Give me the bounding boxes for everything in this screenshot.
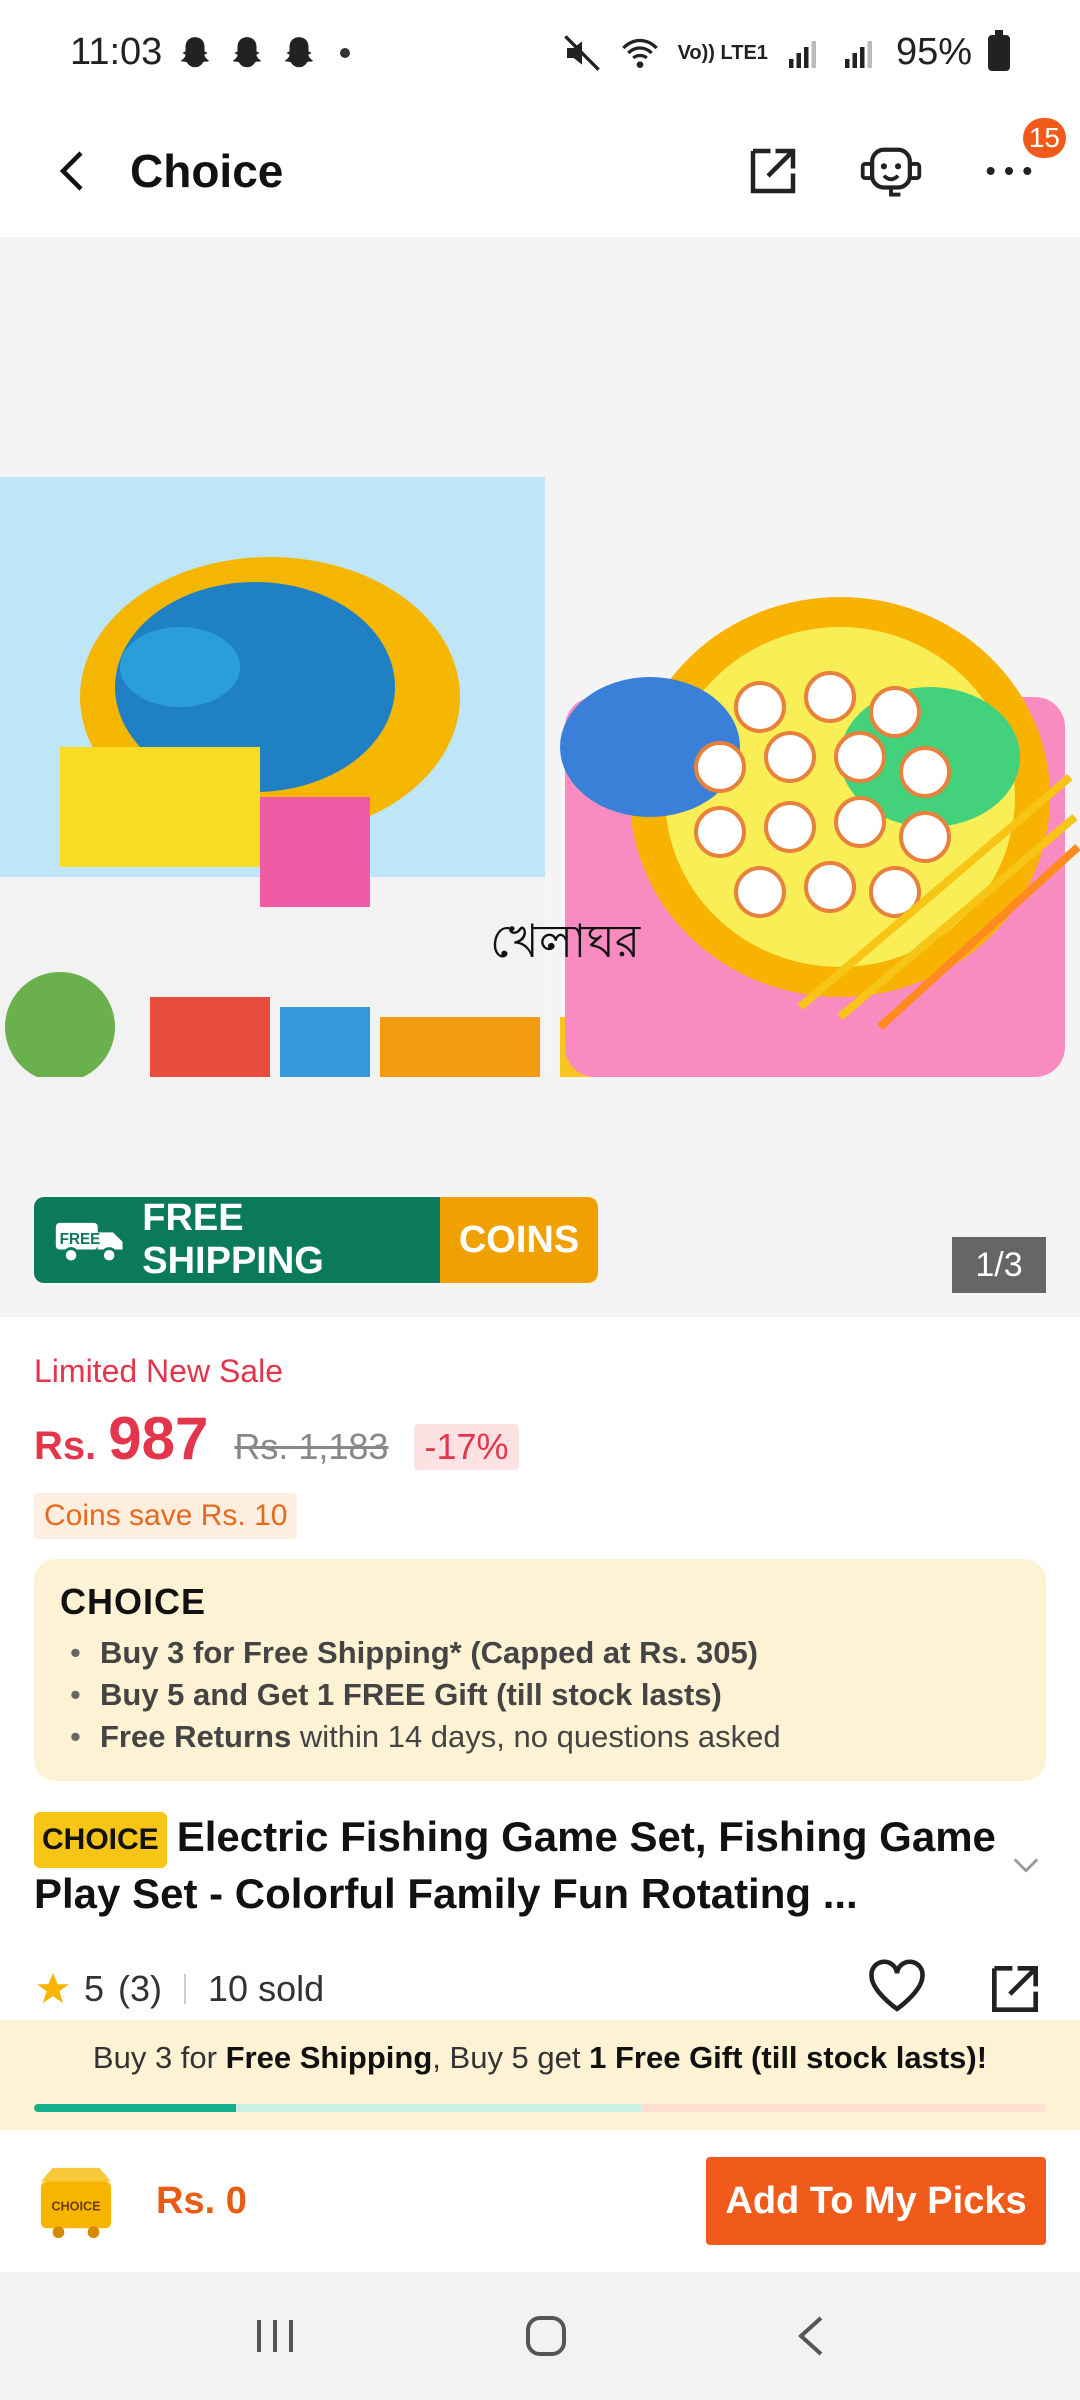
wishlist-heart-icon[interactable] bbox=[866, 1958, 928, 2014]
discount-badge: -17% bbox=[414, 1424, 519, 1470]
benefit-item: Buy 3 for Free Shipping* (Capped at Rs. … bbox=[60, 1635, 1020, 1671]
customer-service-button[interactable] bbox=[856, 136, 926, 206]
mute-icon bbox=[563, 34, 600, 71]
free-shipping-coins-banner[interactable]: FREE FREE SHIPPING COINS bbox=[34, 1197, 598, 1283]
share-icon[interactable] bbox=[984, 1958, 1046, 2020]
review-count[interactable]: (3) bbox=[118, 1968, 162, 2010]
current-price: 987 bbox=[108, 1405, 209, 1472]
wifi-icon bbox=[621, 38, 658, 68]
system-nav-bar bbox=[0, 2272, 1080, 2400]
promo-progress-bar bbox=[34, 2104, 1046, 2112]
product-title-row[interactable]: CHOICE Electric Fishing Game Set, Fishing… bbox=[34, 1811, 1046, 1920]
bengali-brand-text: খেলাঘর bbox=[490, 914, 641, 968]
more-menu-button[interactable]: 15 bbox=[974, 118, 1066, 206]
product-gallery[interactable]: খেলাঘর FREE FREE SHIPPING COINS 1/3 bbox=[0, 237, 1080, 1317]
product-image[interactable]: খেলাঘর bbox=[0, 237, 1080, 1077]
snapchat-icon bbox=[181, 36, 210, 67]
free-shipping-label: FREE SHIPPING bbox=[142, 1197, 324, 1282]
home-icon[interactable] bbox=[522, 2312, 570, 2360]
notification-badge: 15 bbox=[1022, 118, 1066, 158]
original-price: Rs. 1,183 bbox=[234, 1426, 389, 1467]
share-button[interactable] bbox=[738, 136, 808, 206]
promo-progress-strip[interactable]: Buy 3 for Free Shipping, Buy 5 get 1 Fre… bbox=[0, 2020, 1080, 2130]
image-page-indicator: 1/3 bbox=[952, 1237, 1046, 1293]
network-label: Vo)) LTE1 bbox=[677, 41, 768, 64]
battery-icon bbox=[988, 29, 1010, 71]
sold-count: 10 sold bbox=[208, 1967, 325, 2009]
bottom-action-bar: CHOICE Rs. 0 Add To My Picks bbox=[0, 2130, 1080, 2272]
picks-total: Rs. 0 bbox=[156, 2179, 247, 2222]
price-row: Rs. 987 Rs. 1,183 -17% bbox=[34, 1404, 1046, 1473]
chevron-down-icon bbox=[1013, 1858, 1039, 1874]
snapchat-icon bbox=[285, 36, 314, 67]
coins-badge: COINS bbox=[440, 1197, 598, 1283]
notification-dot-icon bbox=[340, 47, 351, 58]
benefit-item: Free Returns within 14 days, no question… bbox=[60, 1719, 1020, 1755]
status-time: 11:03 bbox=[70, 31, 163, 73]
benefit-item: Buy 5 and Get 1 FREE Gift (till stock la… bbox=[60, 1677, 1020, 1713]
choice-tag: CHOICE bbox=[34, 1811, 167, 1868]
recent-apps-icon[interactable] bbox=[251, 2314, 299, 2358]
back-nav-icon[interactable] bbox=[793, 2312, 829, 2360]
choice-cart-icon[interactable]: CHOICE bbox=[34, 2162, 118, 2240]
page-title: Choice bbox=[130, 145, 284, 197]
back-button[interactable] bbox=[36, 135, 108, 207]
coins-save-badge[interactable]: Coins save Rs. 10 bbox=[34, 1493, 298, 1539]
signal-icon bbox=[788, 40, 816, 68]
choice-logo: CHOICE bbox=[60, 1581, 207, 1622]
share-icon bbox=[750, 148, 796, 194]
svg-text:CHOICE: CHOICE bbox=[51, 2200, 100, 2214]
battery-percent: 95% bbox=[895, 31, 972, 73]
more-dots-icon bbox=[986, 167, 1032, 175]
delivery-truck-icon: FREE bbox=[55, 1222, 123, 1264]
price-currency: Rs. bbox=[34, 1424, 97, 1468]
snapchat-icon bbox=[233, 36, 262, 67]
status-bar: 11:03 Vo)) LTE1 95% bbox=[0, 0, 1080, 105]
divider bbox=[184, 1973, 187, 2004]
sale-label: Limited New Sale bbox=[34, 1353, 283, 1389]
rating-value: 5 bbox=[84, 1967, 105, 2009]
free-shipping-badge: FREE FREE SHIPPING bbox=[34, 1197, 440, 1283]
app-bar: Choice 15 bbox=[0, 105, 1080, 237]
star-icon bbox=[37, 1973, 69, 2004]
free-tag-text: FREE bbox=[60, 1231, 101, 1248]
product-title: CHOICE Electric Fishing Game Set, Fishing… bbox=[34, 1811, 996, 1917]
product-details: Limited New Sale Rs. 987 Rs. 1,183 -17% … bbox=[0, 1317, 1080, 2024]
expand-title-button[interactable] bbox=[1006, 1811, 1046, 1920]
choice-benefits-card[interactable]: CHOICE Buy 3 for Free Shipping* (Capped … bbox=[34, 1559, 1046, 1781]
add-to-picks-button[interactable]: Add To My Picks bbox=[706, 2157, 1046, 2245]
signal-icon bbox=[844, 40, 872, 68]
back-arrow-icon bbox=[59, 151, 83, 191]
promo-strip-text: Buy 3 for Free Shipping, Buy 5 get 1 Fre… bbox=[92, 2040, 988, 2075]
chat-robot-icon bbox=[860, 147, 922, 197]
rating-row: 5 (3) 10 sold bbox=[34, 1954, 1046, 2024]
